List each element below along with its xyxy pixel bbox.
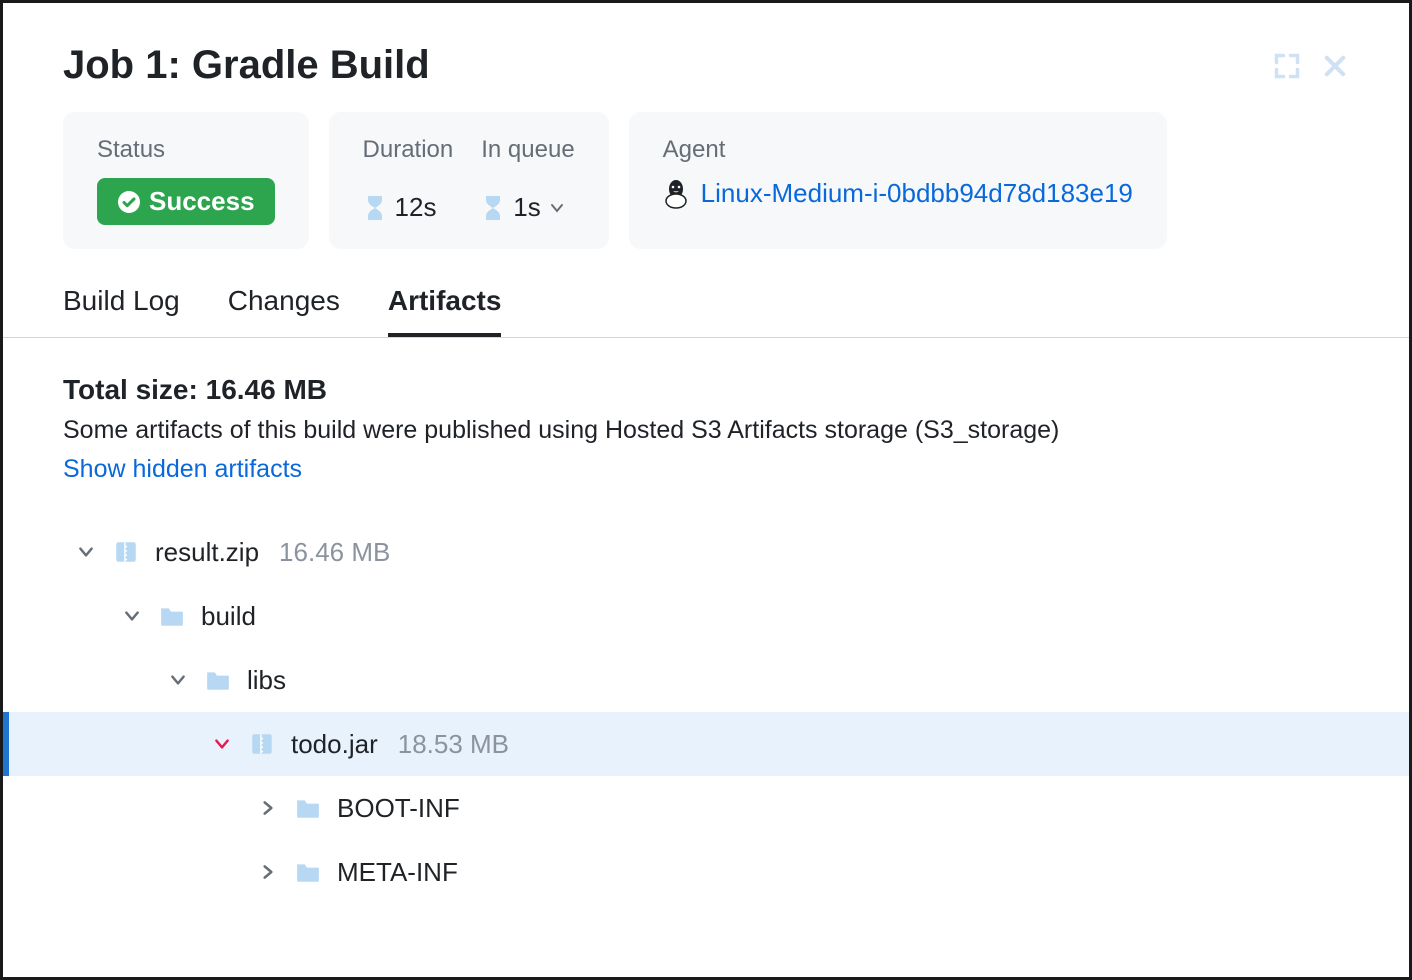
chevron-down-icon[interactable] xyxy=(123,607,145,625)
folder-icon xyxy=(205,667,233,693)
status-card: Status Success xyxy=(63,112,309,249)
tree-row[interactable]: todo.jar 18.53 MB xyxy=(3,712,1409,776)
chevron-down-icon[interactable] xyxy=(77,543,99,561)
tree-item-name: result.zip xyxy=(155,537,259,568)
check-circle-icon xyxy=(117,190,141,214)
tab-build-log[interactable]: Build Log xyxy=(63,285,180,337)
status-badge: Success xyxy=(97,178,275,225)
total-size: Total size: 16.46 MB xyxy=(63,374,1349,406)
archive-icon xyxy=(113,539,141,565)
duration-label: Duration xyxy=(363,136,454,164)
tab-artifacts[interactable]: Artifacts xyxy=(388,285,502,337)
tree-item-name: todo.jar xyxy=(291,729,378,760)
queue-label: In queue xyxy=(481,136,574,164)
page-title: Job 1: Gradle Build xyxy=(63,43,430,88)
agent-label: Agent xyxy=(663,136,1133,164)
hourglass-icon xyxy=(481,194,505,222)
tree-row[interactable]: libs xyxy=(63,648,1349,712)
close-icon[interactable] xyxy=(1321,52,1349,80)
status-label: Status xyxy=(97,136,275,164)
folder-icon xyxy=(295,859,323,885)
agent-link[interactable]: Linux-Medium-i-0bdbb94d78d183e19 xyxy=(701,178,1133,209)
show-hidden-link[interactable]: Show hidden artifacts xyxy=(63,455,1349,484)
tree-item-size: 16.46 MB xyxy=(279,537,390,568)
tree-item-name: BOOT-INF xyxy=(337,793,460,824)
chevron-down-icon xyxy=(549,200,565,216)
queue-dropdown[interactable]: 1s xyxy=(481,192,574,223)
chevron-down-icon[interactable] xyxy=(213,735,235,753)
agent-card: Agent Linux-Medium-i-0bdbb94d78d183e19 xyxy=(629,112,1167,249)
tree-item-name: build xyxy=(201,601,256,632)
tree-row[interactable]: build xyxy=(63,584,1349,648)
chevron-right-icon[interactable] xyxy=(259,863,281,881)
tree-item-size: 18.53 MB xyxy=(398,729,509,760)
folder-icon xyxy=(295,795,323,821)
queue-value: 1s xyxy=(513,192,540,223)
archive-icon xyxy=(249,731,277,757)
tree-row[interactable]: result.zip 16.46 MB xyxy=(63,520,1349,584)
tabs: Build Log Changes Artifacts xyxy=(3,249,1409,338)
duration-card: Duration 12s In queue 1s xyxy=(329,112,609,249)
fullscreen-icon[interactable] xyxy=(1273,52,1301,80)
linux-icon xyxy=(663,179,689,209)
folder-icon xyxy=(159,603,187,629)
status-value: Success xyxy=(149,186,255,217)
tree-item-name: META-INF xyxy=(337,857,458,888)
tree-item-name: libs xyxy=(247,665,286,696)
storage-note: Some artifacts of this build were publis… xyxy=(63,416,1349,445)
tab-changes[interactable]: Changes xyxy=(228,285,340,337)
chevron-down-icon[interactable] xyxy=(169,671,191,689)
artifacts-tree: result.zip 16.46 MB build libs todo.jar 18.53… xyxy=(63,520,1349,904)
hourglass-icon xyxy=(363,194,387,222)
tree-row[interactable]: META-INF xyxy=(63,840,1349,904)
duration-value: 12s xyxy=(395,192,437,223)
tree-row[interactable]: BOOT-INF xyxy=(63,776,1349,840)
chevron-right-icon[interactable] xyxy=(259,799,281,817)
